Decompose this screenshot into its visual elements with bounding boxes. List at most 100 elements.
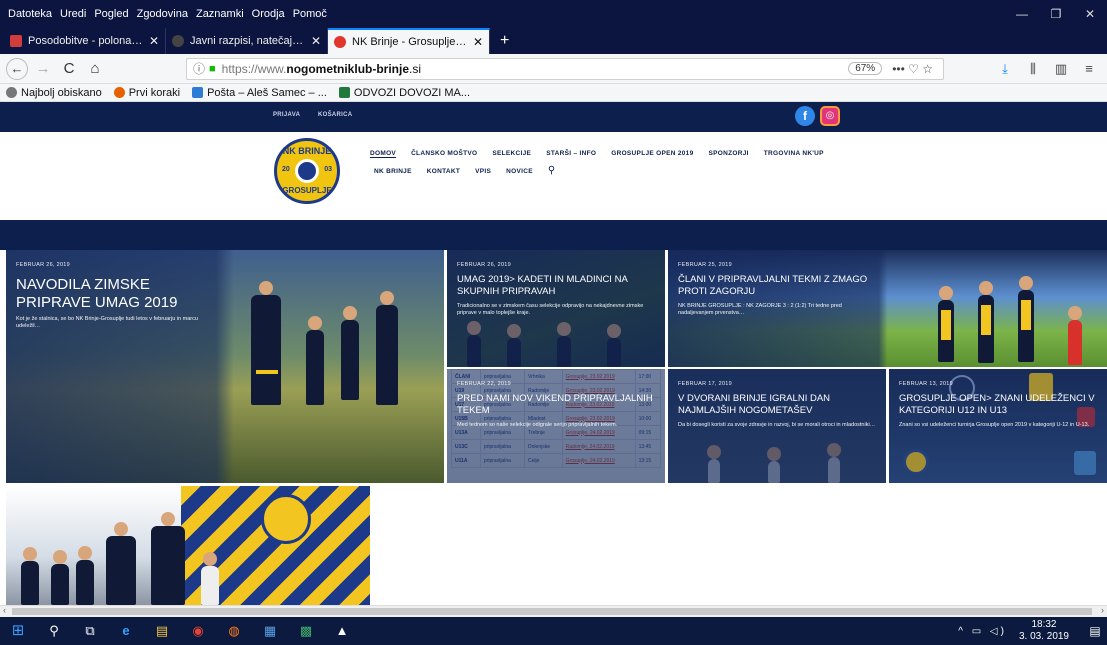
nav-grosuplje-open[interactable]: GROSUPLJE OPEN 2019 bbox=[611, 150, 693, 158]
tray-icons[interactable]: ^ ▭ ◁) bbox=[958, 626, 1007, 637]
scroll-left-icon[interactable]: ‹ bbox=[3, 605, 6, 615]
notification-center-icon[interactable]: ▤ bbox=[1083, 624, 1107, 638]
url-host: nogometniklub-brinje bbox=[286, 61, 410, 76]
menu-pomoc[interactable]: Pomoč bbox=[289, 8, 331, 20]
close-window-button[interactable]: ✕ bbox=[1073, 7, 1107, 21]
file-explorer-icon[interactable]: ▤ bbox=[144, 617, 180, 645]
post-card[interactable]: FEBRUAR 13, 2019 GROSUPLJE OPEN> ZNANI U… bbox=[889, 369, 1107, 483]
instagram-icon[interactable]: ◎ bbox=[820, 106, 840, 126]
firefox-icon bbox=[113, 87, 125, 98]
page-actions-icons[interactable]: ••• ♡ ☆ bbox=[892, 62, 933, 76]
nav-kontakt[interactable]: KONTAKT bbox=[427, 168, 460, 176]
post-card[interactable]: FEBRUAR 17, 2019 V DVORANI BRINJE IGRALN… bbox=[668, 369, 886, 483]
bookmark-label: Prvi koraki bbox=[128, 86, 181, 99]
restore-button[interactable]: ❐ bbox=[1039, 7, 1073, 21]
player-figure bbox=[51, 550, 69, 605]
main-navigation: DOMOV ČLANSKO MOŠTVO SELEKCIJE STARŠI – … bbox=[370, 150, 839, 186]
post-card[interactable]: FEBRUAR 26, 2019 UMAG 2019> KADETI IN ML… bbox=[447, 250, 665, 367]
hamburger-menu-icon[interactable]: ≡ bbox=[1075, 61, 1103, 77]
close-tab-icon[interactable]: ✕ bbox=[311, 34, 321, 48]
post-date: FEBRUAR 26, 2019 bbox=[457, 262, 512, 268]
prijava-link[interactable]: PRIJAVA bbox=[273, 112, 300, 118]
nav-starsi-info[interactable]: STARŠI – INFO bbox=[546, 150, 596, 158]
menu-datoteka[interactable]: Datoteka bbox=[0, 8, 56, 20]
url-bar[interactable]: ⓘ ■ https://www. nogometniklub-brinje .si … bbox=[186, 57, 944, 80]
task-view-icon[interactable]: ⧉ bbox=[72, 617, 108, 645]
player-figure bbox=[201, 552, 219, 605]
kosarica-link[interactable]: KOŠARICA bbox=[318, 112, 352, 118]
nav-selekcije[interactable]: SELEKCIJE bbox=[492, 150, 531, 158]
info-icon[interactable]: ⓘ bbox=[193, 60, 205, 77]
start-icon[interactable]: ⊞ bbox=[0, 617, 36, 645]
chrome-icon[interactable]: ◉ bbox=[180, 617, 216, 645]
firefox-icon[interactable]: ◍ bbox=[216, 617, 252, 645]
nav-vpis[interactable]: VPIS bbox=[475, 168, 491, 176]
scrollbar-thumb[interactable] bbox=[12, 608, 1092, 615]
post-card-featured[interactable]: FEBRUAR 26, 2019 NAVODILA ZIMSKE PRIPRAV… bbox=[6, 250, 444, 483]
post-title[interactable]: V DVORANI BRINJE IGRALNI DAN NAJMLAJŠIH … bbox=[678, 393, 876, 418]
new-tab-button[interactable]: + bbox=[490, 28, 519, 54]
hero-band bbox=[0, 220, 1107, 250]
search-icon[interactable]: ⚲ bbox=[548, 165, 556, 176]
logo-bottom-text: GROSUPLJE bbox=[282, 186, 332, 195]
nav-domov[interactable]: DOMOV bbox=[370, 150, 397, 158]
horizontal-scrollbar[interactable]: ‹ › bbox=[0, 605, 1107, 617]
menu-pogled[interactable]: Pogled bbox=[90, 8, 132, 20]
club-logo[interactable]: NK BRINJE 20 03 GROSUPLJE bbox=[274, 138, 340, 204]
menu-zaznamki[interactable]: Zaznamki bbox=[192, 8, 248, 20]
lock-icon: ■ bbox=[209, 62, 216, 75]
post-title[interactable]: PRED NAMI NOV VIKEND PRIPRAVLJALNIH TEKE… bbox=[457, 393, 655, 418]
bookmark-posta[interactable]: Pošta – Aleš Samec – ... bbox=[192, 87, 327, 99]
library-icon[interactable]: ⫼ bbox=[1019, 61, 1047, 77]
windows-taskbar: ⊞ ⚲ ⧉ e ▤ ◉ ◍ ▦ ▩ ▲ ^ ▭ ◁) 18:32 3. 03. … bbox=[0, 617, 1107, 645]
tab-nk-brinje[interactable]: NK Brinje - Grosuplje - Uradna ✕ bbox=[328, 28, 490, 54]
nav-row-secondary: NK BRINJE KONTAKT VPIS NOVICE ⚲ bbox=[374, 165, 839, 176]
nav-novice[interactable]: NOVICE bbox=[506, 168, 533, 176]
mail-icon bbox=[192, 87, 204, 98]
post-title[interactable]: UMAG 2019> KADETI IN MLADINCI NA SKUPNIH… bbox=[457, 274, 655, 299]
tab-posodobitve[interactable]: Posodobitve - polona.samec@ ✕ bbox=[4, 28, 166, 54]
post-card[interactable]: ČLANIpripravljalnaVrhnikaGrosuplje, 23.0… bbox=[447, 369, 665, 483]
menu-zgodovina[interactable]: Zgodovina bbox=[133, 8, 192, 20]
scroll-right-icon[interactable]: › bbox=[1101, 605, 1104, 615]
menu-uredi[interactable]: Uredi bbox=[56, 8, 90, 20]
post-card-image[interactable] bbox=[6, 486, 370, 605]
outlook-icon[interactable]: ▦ bbox=[252, 617, 288, 645]
bookmark-prvi-koraki[interactable]: Prvi koraki bbox=[113, 86, 181, 99]
nav-nk-brinje[interactable]: NK BRINJE bbox=[374, 168, 412, 176]
post-excerpt: Kot je že stalnica, se bo NK Brinje-Gros… bbox=[16, 316, 198, 330]
post-title[interactable]: ČLANI V PRIPRAVLJALNI TEKMI Z ZMAGO PROT… bbox=[678, 274, 877, 299]
back-button[interactable]: ← bbox=[6, 57, 28, 80]
close-tab-icon[interactable]: ✕ bbox=[473, 35, 483, 49]
forward-button[interactable]: → bbox=[30, 60, 56, 77]
minimize-button[interactable]: — bbox=[1005, 7, 1039, 21]
home-button[interactable]: ⌂ bbox=[82, 60, 108, 77]
tab-title: NK Brinje - Grosuplje - Uradna bbox=[352, 36, 467, 48]
tab-javni-razpisi[interactable]: Javni razpisi, natečaji... Občine ✕ bbox=[166, 28, 328, 54]
post-date: FEBRUAR 17, 2019 bbox=[678, 381, 733, 387]
sidebar-icon[interactable]: ▥ bbox=[1047, 61, 1075, 77]
post-title[interactable]: GROSUPLJE OPEN> ZNANI UDELEŽENCI V KATEG… bbox=[899, 393, 1097, 418]
post-title[interactable]: NAVODILA ZIMSKE PRIPRAVE UMAG 2019 bbox=[16, 276, 214, 312]
edge-icon[interactable]: e bbox=[108, 617, 144, 645]
site-icon bbox=[172, 35, 184, 47]
zoom-indicator[interactable]: 67% bbox=[848, 62, 883, 75]
clock[interactable]: 18:32 3. 03. 2019 bbox=[1019, 619, 1069, 643]
post-excerpt: Da bi dosegli koristi za svoje zdravje i… bbox=[678, 421, 876, 428]
nav-trgovina[interactable]: TRGOVINA NK'UP bbox=[764, 150, 824, 158]
reload-button[interactable]: C bbox=[56, 60, 82, 77]
photos-icon[interactable]: ▲ bbox=[324, 617, 360, 645]
close-tab-icon[interactable]: ✕ bbox=[149, 34, 159, 48]
bookmark-najbolj-obiskano[interactable]: Najbolj obiskano bbox=[6, 87, 102, 99]
nav-sponzorji[interactable]: SPONZORJI bbox=[709, 150, 749, 158]
search-icon[interactable]: ⚲ bbox=[36, 617, 72, 645]
download-icon[interactable]: ⤓ bbox=[991, 61, 1019, 77]
menu-orodja[interactable]: Orodja bbox=[248, 8, 289, 20]
bookmark-odvozi[interactable]: ODVOZI DOVOZI MA... bbox=[338, 86, 471, 99]
excel-icon[interactable]: ▩ bbox=[288, 617, 324, 645]
nav-clansko-mostvo[interactable]: ČLANSKO MOŠTVO bbox=[411, 150, 477, 158]
tab-title: Posodobitve - polona.samec@ bbox=[28, 35, 143, 47]
post-card[interactable]: FEBRUAR 25, 2019 ČLANI V PRIPRAVLJALNI T… bbox=[668, 250, 1107, 367]
facebook-icon[interactable]: f bbox=[795, 106, 815, 126]
bookmark-label: ODVOZI DOVOZI MA... bbox=[353, 86, 471, 99]
